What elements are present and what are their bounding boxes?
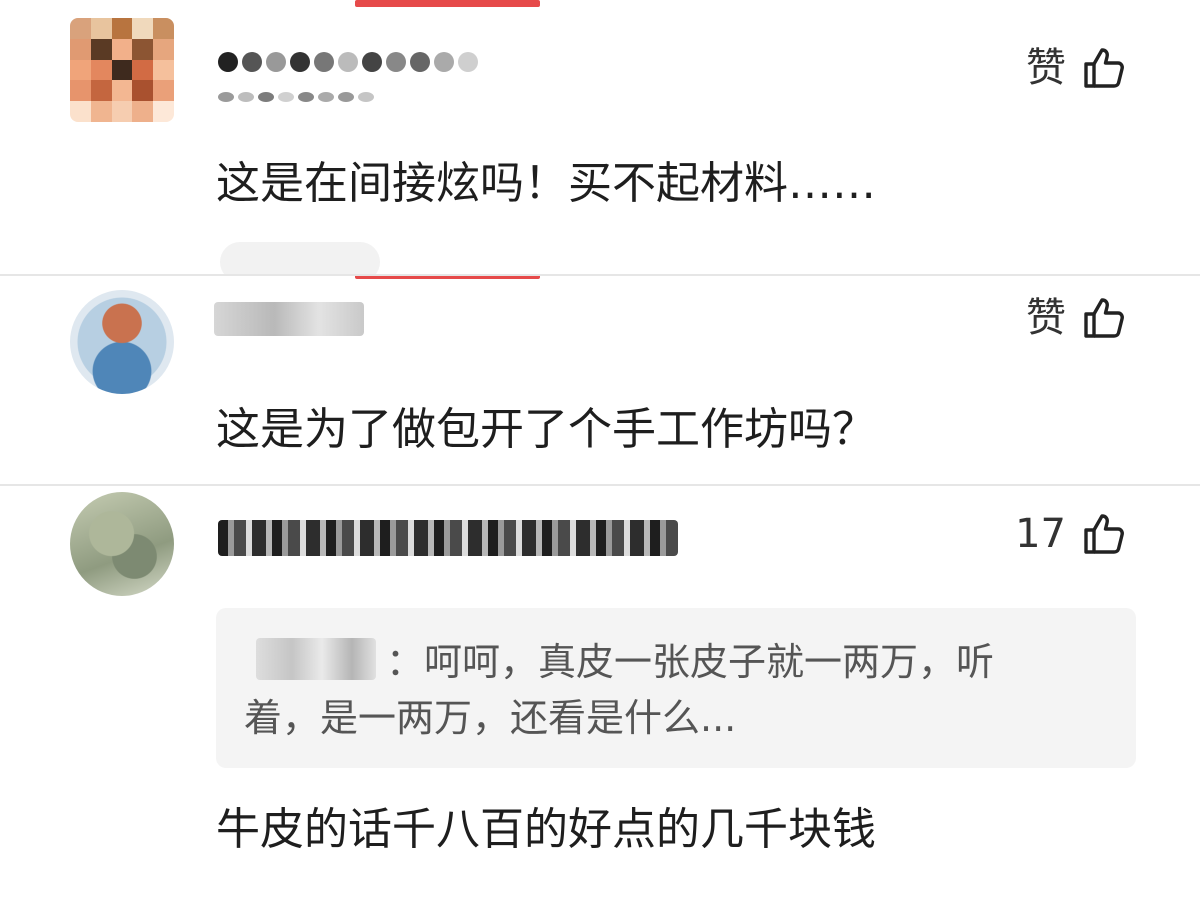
like-button[interactable]: 17 — [1015, 510, 1128, 558]
comment-text: 这是为了做包开了个手工作坊吗？ — [216, 404, 876, 455]
avatar[interactable] — [70, 18, 174, 122]
quoted-reply[interactable]: ：呵呵，真皮一张皮子就一两万，听着，是一两万，还看是什么... — [216, 608, 1136, 768]
like-button[interactable]: 赞 — [1026, 294, 1128, 342]
avatar[interactable] — [70, 290, 174, 394]
comment-item: 赞 这是为了做包开了个手工作坊吗？ — [0, 276, 1200, 486]
reply-pill[interactable] — [220, 242, 380, 276]
thumbs-up-icon — [1084, 298, 1124, 338]
like-label: 赞 — [1026, 45, 1066, 91]
comment-text: 牛皮的话千八百的好点的几千块钱 — [216, 804, 876, 855]
username-blurred[interactable] — [214, 302, 364, 336]
comment-item: 17 ：呵呵，真皮一张皮子就一两万，听着，是一两万，还看是什么... 牛皮的话千… — [0, 486, 1200, 904]
user-meta-blurred — [218, 92, 374, 102]
avatar[interactable] — [70, 492, 174, 596]
tab-indicator — [355, 276, 540, 279]
like-count: 17 — [1015, 511, 1066, 557]
comment-text: 这是在间接炫吗！买不起材料…… — [216, 158, 876, 209]
comment-item: 赞 这是在间接炫吗！买不起材料…… — [0, 0, 1200, 276]
tab-indicator — [355, 0, 540, 7]
username-blurred[interactable] — [218, 52, 478, 72]
like-label: 赞 — [1026, 295, 1066, 341]
thumbs-up-icon — [1084, 48, 1124, 88]
like-button[interactable]: 赞 — [1026, 44, 1128, 92]
thumbs-up-icon — [1084, 514, 1124, 554]
username-blurred[interactable] — [218, 520, 678, 556]
quoted-text: ：呵呵，真皮一张皮子就一两万，听着，是一两万，还看是什么... — [244, 640, 995, 740]
